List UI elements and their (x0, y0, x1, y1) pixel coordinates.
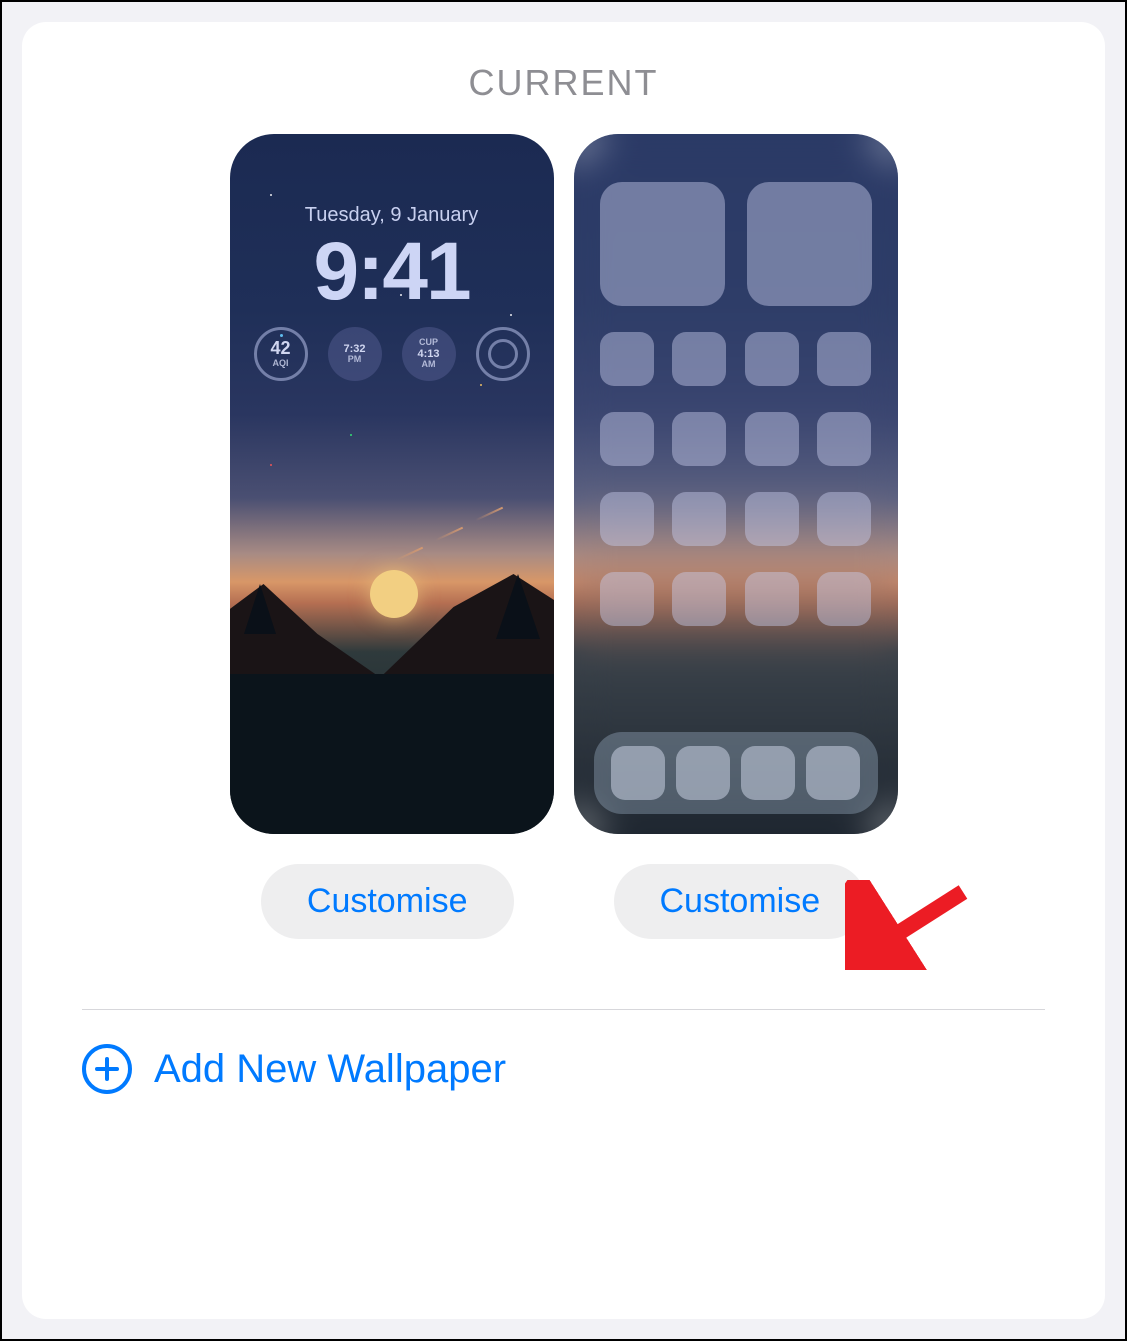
customise-home-button[interactable]: Customise (614, 864, 867, 939)
plus-circle-icon (82, 1044, 132, 1094)
lock-screen-content: Tuesday, 9 January 9:41 42 AQI 7:32 PM C… (230, 204, 554, 381)
app-icon-placeholder (745, 332, 799, 386)
clock2-label: CUP (419, 338, 438, 348)
ground (230, 674, 554, 834)
app-icon-placeholder (600, 572, 654, 626)
app-icon-placeholder (600, 412, 654, 466)
sun (370, 570, 418, 618)
clock-widget-2: CUP 4:13 AM (402, 327, 456, 381)
meteor (435, 526, 463, 540)
aqi-label: AQI (272, 359, 288, 369)
home-widget-placeholder (600, 182, 725, 306)
app-icon-placeholder (745, 572, 799, 626)
dock (594, 732, 878, 814)
tree (244, 584, 276, 634)
home-grid (600, 182, 872, 720)
activity-rings-icon (488, 339, 518, 369)
app-icon-placeholder (817, 332, 871, 386)
aqi-widget: 42 AQI (254, 327, 308, 381)
app-icon-placeholder (672, 332, 726, 386)
app-icon-placeholder (817, 492, 871, 546)
app-icon-placeholder (817, 412, 871, 466)
rings-widget (476, 327, 530, 381)
aqi-value: 42 (270, 339, 290, 359)
app-icon-placeholder (817, 572, 871, 626)
star (270, 194, 272, 196)
dock-icon-placeholder (676, 746, 730, 800)
section-title: CURRENT (82, 62, 1045, 104)
clock2-period: AM (422, 360, 436, 370)
lock-screen-preview[interactable]: Tuesday, 9 January 9:41 42 AQI 7:32 PM C… (230, 134, 554, 834)
meteor (475, 506, 503, 520)
home-widget-placeholder (747, 182, 872, 306)
star (270, 464, 272, 466)
app-icon-placeholder (672, 572, 726, 626)
clock1-period: PM (348, 355, 362, 365)
add-new-wallpaper-button[interactable]: Add New Wallpaper (82, 1044, 1045, 1094)
wallpaper-previews: Tuesday, 9 January 9:41 42 AQI 7:32 PM C… (82, 134, 1045, 834)
lock-date: Tuesday, 9 January (230, 204, 554, 227)
app-icon-placeholder (600, 332, 654, 386)
customise-buttons-row: Customise Customise (82, 864, 1045, 939)
home-screen-preview[interactable] (574, 134, 898, 834)
star (480, 384, 482, 386)
meteor (395, 546, 423, 560)
lock-widgets: 42 AQI 7:32 PM CUP 4:13 AM (230, 327, 554, 381)
divider (82, 1009, 1045, 1010)
star (350, 434, 352, 436)
clock-widget-1: 7:32 PM (328, 327, 382, 381)
dock-icon-placeholder (741, 746, 795, 800)
add-new-label: Add New Wallpaper (154, 1047, 506, 1092)
dock-icon-placeholder (611, 746, 665, 800)
app-icon-placeholder (745, 412, 799, 466)
wallpaper-settings-card: CURRENT Tuesday, 9 January 9:41 (22, 22, 1105, 1319)
app-icon-placeholder (672, 492, 726, 546)
lock-time: 9:41 (230, 231, 554, 313)
app-icon-placeholder (672, 412, 726, 466)
app-icon-placeholder (600, 492, 654, 546)
tree (496, 574, 540, 639)
customise-lock-button[interactable]: Customise (261, 864, 514, 939)
dock-icon-placeholder (806, 746, 860, 800)
app-icon-placeholder (745, 492, 799, 546)
